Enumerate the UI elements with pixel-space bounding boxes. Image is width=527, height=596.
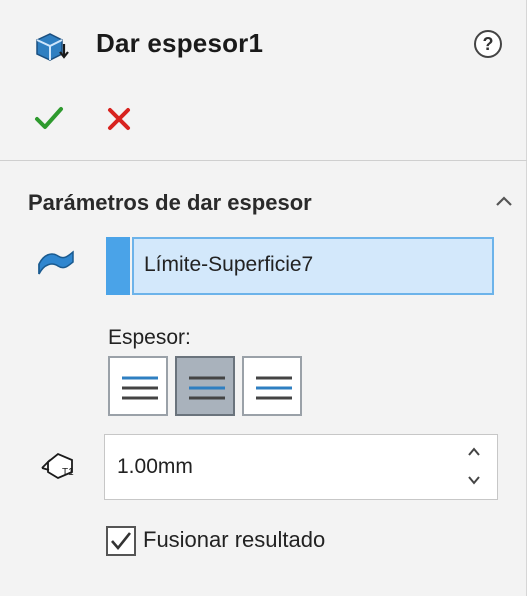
divider	[0, 160, 527, 161]
thickness-input[interactable]: 1.00mm	[104, 434, 498, 500]
checkmark-icon[interactable]	[34, 104, 64, 132]
close-icon[interactable]	[106, 104, 132, 132]
thicken-side1-button[interactable]	[108, 356, 168, 416]
selection-color-strip	[106, 237, 130, 295]
thickness-dimension-icon: T1	[41, 452, 74, 480]
thicken-feature-icon	[36, 33, 69, 61]
surface-selection-field[interactable]: Límite-Superficie7	[132, 237, 494, 295]
surface-selection-icon	[38, 250, 74, 275]
thicken-side2-icon	[256, 376, 292, 400]
merge-result-label[interactable]: Fusionar resultado	[143, 527, 325, 553]
property-manager-panel: Dar espesor1 ? Parámetros de dar espesor…	[0, 0, 527, 596]
chevron-up-icon[interactable]	[494, 194, 514, 208]
panel-header: Dar espesor1 ?	[0, 0, 527, 90]
help-icon[interactable]: ?	[474, 30, 502, 58]
spin-down-icon[interactable]	[466, 474, 482, 486]
svg-text:T1: T1	[62, 467, 74, 478]
thicken-both-sides-icon	[189, 376, 225, 400]
thicken-side2-button[interactable]	[242, 356, 302, 416]
thicken-side1-icon	[122, 376, 158, 400]
section-title[interactable]: Parámetros de dar espesor	[28, 190, 312, 216]
thicken-both-sides-button[interactable]	[175, 356, 235, 416]
spin-up-icon[interactable]	[466, 446, 482, 458]
page-title: Dar espesor1	[96, 28, 264, 58]
checkbox-checkmark-icon	[111, 532, 132, 551]
thickness-label: Espesor:	[108, 326, 191, 349]
merge-result-checkbox[interactable]	[106, 526, 136, 556]
